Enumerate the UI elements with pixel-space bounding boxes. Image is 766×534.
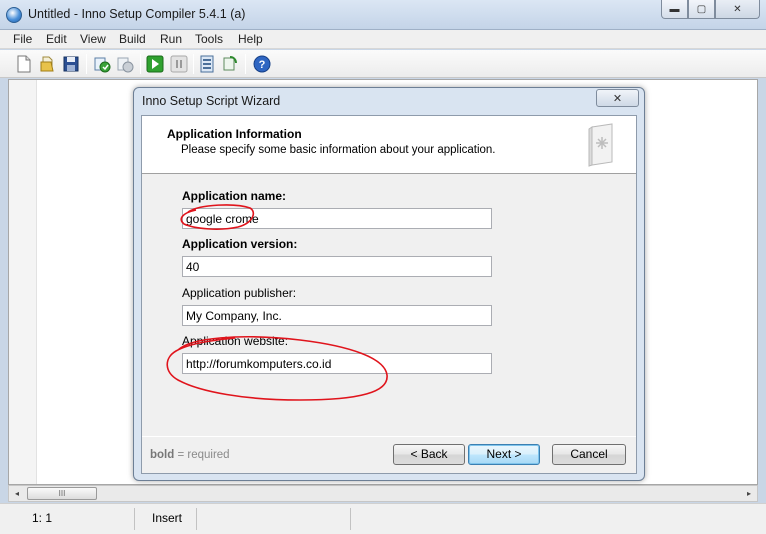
toolbar-separator [140, 54, 141, 74]
back-button[interactable]: < Back [393, 444, 465, 465]
menu-help[interactable]: Help [238, 32, 263, 46]
stop-compile-icon[interactable] [116, 55, 134, 73]
menu-tools[interactable]: Tools [195, 32, 223, 46]
wizard-title-bar: Inno Setup Script Wizard ✕ [134, 88, 644, 114]
compile-icon[interactable] [93, 55, 111, 73]
wizard-header: Application Information Please specify s… [142, 116, 636, 174]
inno-setup-app-icon[interactable] [6, 7, 22, 23]
app-name-input[interactable] [182, 208, 492, 229]
app-publisher-label: Application publisher: [182, 286, 297, 300]
wizard-footer-separator [142, 436, 636, 437]
app-name-label: Application name: [182, 189, 287, 203]
minimize-icon: ▬ [669, 3, 680, 15]
wizard-book-icon [588, 123, 613, 167]
status-bar: 1: 1 Insert [0, 503, 766, 534]
app-version-input[interactable] [182, 256, 492, 277]
menu-build[interactable]: Build [119, 32, 146, 46]
wizard-close-button[interactable]: ✕ [596, 89, 639, 107]
svg-text:?: ? [259, 59, 266, 71]
close-icon: ✕ [733, 3, 742, 15]
app-version-label: Application version: [182, 237, 298, 251]
new-file-icon[interactable] [15, 55, 33, 73]
toolbar-separator [245, 54, 246, 74]
app-website-input[interactable] [182, 353, 492, 374]
horizontal-scrollbar[interactable]: ◂ III ▸ [8, 485, 758, 502]
app-publisher-input[interactable] [182, 305, 492, 326]
menu-view[interactable]: View [80, 32, 106, 46]
run-icon[interactable] [146, 55, 164, 73]
editor-gutter [9, 80, 37, 484]
status-cursor-position: 1: 1 [0, 508, 135, 530]
app-website-label: Application website: [182, 334, 289, 348]
close-button[interactable]: ✕ [715, 0, 760, 19]
open-folder-icon[interactable] [39, 55, 57, 73]
close-icon: ✕ [612, 92, 623, 105]
minimize-button[interactable]: ▬ [661, 0, 688, 19]
status-pane-empty [198, 508, 351, 530]
wizard-client-area: Application Information Please specify s… [141, 115, 637, 474]
maximize-icon: ▢ [696, 3, 707, 15]
wizard-title: Inno Setup Script Wizard [142, 94, 281, 108]
wizard-page-title: Application Information [167, 127, 302, 141]
required-hint-text: = required [174, 449, 230, 461]
toolbar-separator [193, 54, 194, 74]
maximize-button[interactable]: ▢ [688, 0, 715, 19]
scroll-left-icon[interactable]: ◂ [9, 486, 25, 501]
menu-edit[interactable]: Edit [46, 32, 67, 46]
toolbar-separator [86, 54, 87, 74]
toolbar: ? [0, 50, 766, 78]
menu-bar: File Edit View Build Run Tools Help [0, 30, 766, 49]
menu-run[interactable]: Run [160, 32, 182, 46]
window-title: Untitled - Inno Setup Compiler 5.4.1 (a) [28, 7, 246, 21]
scroll-right-icon[interactable]: ▸ [741, 486, 757, 501]
menu-file[interactable]: File [13, 32, 32, 46]
title-bar: Untitled - Inno Setup Compiler 5.4.1 (a)… [0, 0, 766, 30]
required-hint-bold: bold [150, 449, 175, 461]
pause-icon[interactable] [170, 55, 188, 73]
status-insert-mode: Insert [136, 508, 197, 530]
required-hint: bold = required [150, 449, 230, 461]
save-icon[interactable] [62, 55, 80, 73]
script-wizard-dialog: Inno Setup Script Wizard ✕ Application I… [133, 87, 645, 481]
target-uninstall-icon[interactable] [221, 55, 239, 73]
help-icon[interactable]: ? [253, 55, 271, 73]
cancel-button[interactable]: Cancel [552, 444, 626, 465]
next-button[interactable]: Next > [468, 444, 540, 465]
wizard-page-subtitle: Please specify some basic information ab… [181, 144, 496, 156]
target-setup-icon[interactable] [198, 55, 216, 73]
caption-buttons: ▬ ▢ ✕ [661, 0, 760, 19]
scroll-thumb[interactable]: III [27, 487, 97, 500]
